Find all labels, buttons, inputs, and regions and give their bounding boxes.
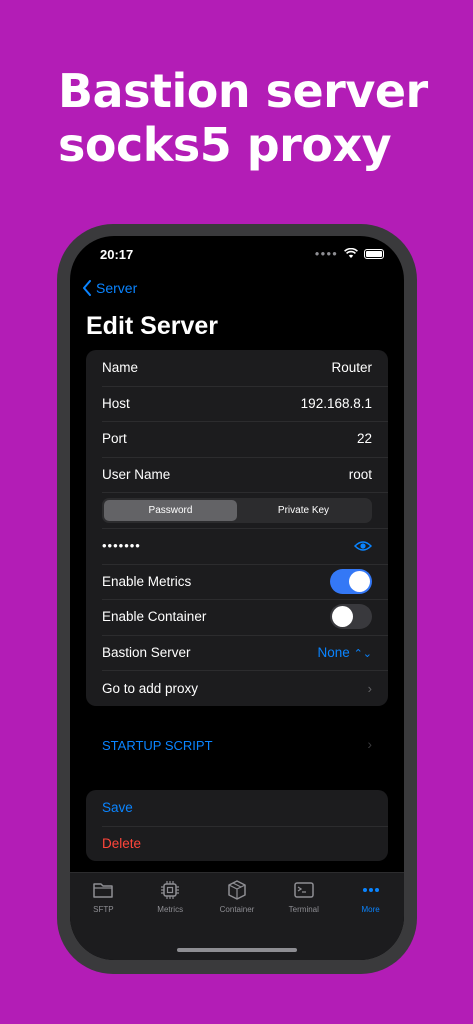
- name-field[interactable]: Router: [331, 360, 372, 375]
- cpu-icon: [161, 881, 180, 899]
- private-key-segment[interactable]: Private Key: [237, 500, 370, 521]
- bastion-label: Bastion Server: [102, 645, 191, 661]
- startup-script-link[interactable]: STARTUP SCRIPT: [102, 738, 213, 753]
- bastion-select[interactable]: None ⌃⌄: [318, 645, 372, 660]
- metrics-toggle[interactable]: [330, 568, 372, 594]
- tab-more[interactable]: More: [337, 879, 404, 960]
- battery-icon: [364, 248, 384, 259]
- tab-label: More: [361, 905, 380, 914]
- container-label: Enable Container: [102, 609, 207, 625]
- chevron-left-icon: [83, 280, 91, 296]
- box-icon: [228, 880, 246, 900]
- container-row: Enable Container: [86, 599, 388, 635]
- bastion-row[interactable]: Bastion Server None ⌃⌄: [86, 634, 388, 671]
- container-toggle[interactable]: [330, 604, 372, 630]
- eye-icon[interactable]: [354, 540, 372, 552]
- phone-frame: 20:17 ●●●● Server Edit Server Name Route…: [57, 224, 417, 974]
- port-label: Port: [102, 431, 127, 447]
- password-segment[interactable]: Password: [104, 499, 237, 521]
- tab-sftp[interactable]: SFTP: [70, 879, 137, 960]
- tab-label: SFTP: [93, 905, 114, 914]
- more-icon: [362, 888, 379, 892]
- port-row[interactable]: Port 22: [86, 421, 388, 457]
- tab-label: Terminal: [288, 905, 319, 914]
- chevron-right-icon: ›: [367, 680, 372, 696]
- port-field[interactable]: 22: [357, 431, 372, 446]
- host-row[interactable]: Host 192.168.8.1: [86, 385, 388, 422]
- password-row[interactable]: •••••••: [86, 527, 388, 564]
- delete-button[interactable]: Delete: [102, 836, 141, 851]
- host-field[interactable]: 192.168.8.1: [301, 396, 372, 411]
- terminal-icon: [294, 882, 314, 898]
- auth-type-row: Password Private Key: [86, 492, 388, 528]
- username-row[interactable]: User Name root: [86, 456, 388, 493]
- delete-row[interactable]: Delete: [86, 825, 388, 862]
- headline: Bastion server socks5 proxy: [58, 64, 458, 172]
- name-label: Name: [102, 360, 139, 376]
- server-form: Name Router Host 192.168.8.1 Port 22 Use…: [86, 350, 388, 706]
- wifi-icon: [344, 248, 358, 258]
- metrics-label: Enable Metrics: [102, 573, 192, 589]
- add-proxy-row[interactable]: Go to add proxy ›: [86, 670, 388, 706]
- back-label: Server: [96, 280, 138, 296]
- host-label: Host: [102, 395, 130, 411]
- bastion-value: None: [317, 645, 350, 661]
- tab-label: Container: [219, 905, 255, 914]
- name-row[interactable]: Name Router: [86, 350, 388, 386]
- home-indicator[interactable]: [177, 948, 297, 952]
- chevron-up-down-icon: ⌃⌄: [353, 648, 372, 661]
- save-row[interactable]: Save: [86, 790, 388, 826]
- status-icons: ●●●●: [315, 248, 384, 259]
- save-button[interactable]: Save: [102, 800, 133, 815]
- username-label: User Name: [102, 467, 171, 483]
- chevron-right-icon: ›: [367, 736, 372, 752]
- tab-bar: SFTP Metrics Container Terminal More: [70, 872, 404, 960]
- actions-group: Save Delete: [86, 790, 388, 862]
- headline-line-1: Bastion server: [58, 64, 428, 118]
- notch: [156, 236, 318, 262]
- add-proxy-label: Go to add proxy: [102, 680, 199, 696]
- status-time: 20:17: [100, 247, 134, 262]
- back-button[interactable]: Server: [82, 280, 137, 296]
- password-field[interactable]: •••••••: [102, 538, 141, 553]
- headline-line-2: socks5 proxy: [58, 118, 392, 172]
- page-title: Edit Server: [86, 312, 219, 340]
- folder-icon: [93, 883, 114, 898]
- auth-segmented-control: Password Private Key: [102, 497, 372, 523]
- phone-screen: 20:17 ●●●● Server Edit Server Name Route…: [70, 236, 404, 960]
- metrics-row: Enable Metrics: [86, 563, 388, 600]
- tab-label: Metrics: [157, 905, 184, 914]
- username-field[interactable]: root: [349, 467, 372, 482]
- signal-icon: ●●●●: [314, 249, 338, 258]
